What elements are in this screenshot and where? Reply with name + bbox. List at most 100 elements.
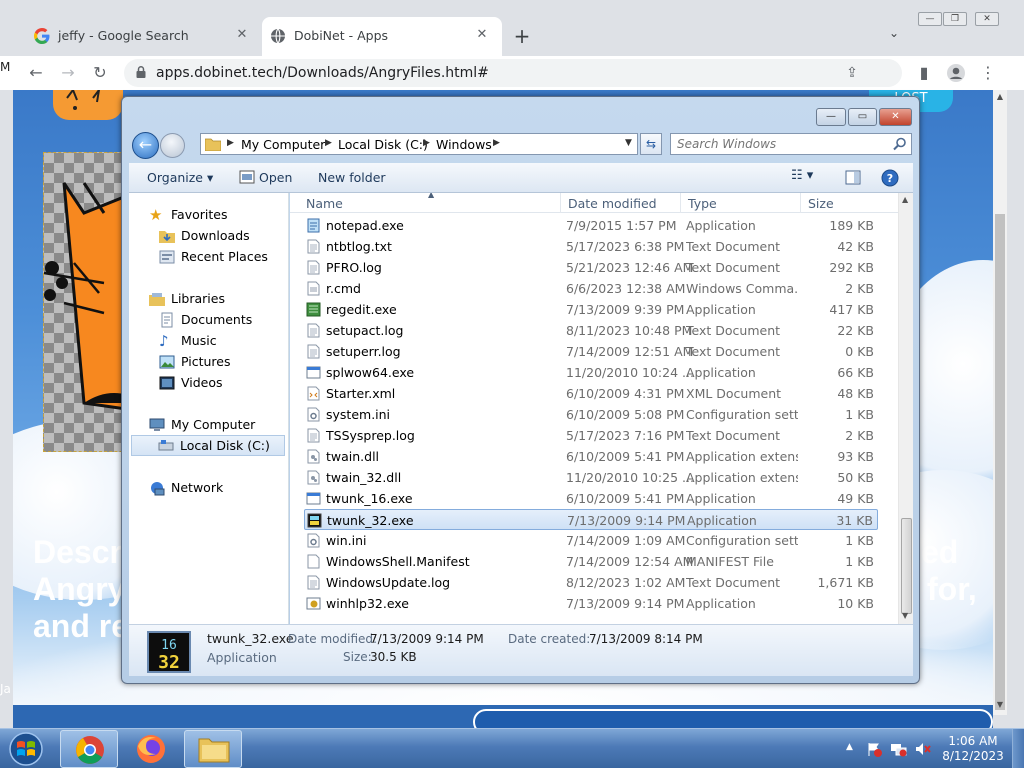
- breadcrumb-windows[interactable]: Windows: [436, 137, 492, 152]
- volume-muted-icon[interactable]: [914, 741, 932, 757]
- file-row[interactable]: WindowsShell.Manifest 7/14/2009 12:54 AM M…: [304, 551, 878, 572]
- file-row[interactable]: regedit.exe 7/13/2009 9:39 PM Application 4…: [304, 299, 878, 320]
- file-size: 10 KB: [837, 596, 874, 611]
- nav-local-disk[interactable]: Local Disk (C:): [131, 435, 285, 456]
- page-edge-char: M: [0, 60, 11, 74]
- show-hidden-icons-chevron-icon[interactable]: ▲: [846, 742, 853, 752]
- file-list-scroll-thumb[interactable]: [901, 518, 912, 614]
- file-row[interactable]: ntbtlog.txt 5/17/2023 6:38 PM Text Documen…: [304, 236, 878, 257]
- start-button[interactable]: [4, 730, 48, 768]
- drive-icon: [158, 440, 174, 451]
- back-button[interactable]: ←: [132, 132, 159, 159]
- file-row[interactable]: Starter.xml 6/10/2009 4:31 PM XML Document…: [304, 383, 878, 404]
- file-list-scrollbar[interactable]: ▲ ▼: [898, 193, 913, 624]
- page-scrollbar[interactable]: ▲ ▼: [993, 90, 1007, 715]
- file-name: Starter.xml: [326, 386, 396, 401]
- breadcrumb-arrow-icon[interactable]: ▶: [423, 138, 430, 148]
- new-folder-button[interactable]: New folder: [318, 170, 386, 185]
- breadcrumb-arrow-icon[interactable]: ▶: [227, 138, 234, 148]
- file-name: win.ini: [326, 533, 367, 548]
- file-row[interactable]: winhlp32.exe 7/13/2009 9:14 PM Application…: [304, 593, 878, 614]
- side-panel-icon[interactable]: ▮: [912, 61, 936, 85]
- network-status-icon[interactable]: [890, 741, 908, 757]
- text-file-icon: [307, 323, 320, 338]
- file-row[interactable]: TSSysprep.log 5/17/2023 7:16 PM Text Docum…: [304, 425, 878, 446]
- file-row[interactable]: twunk_16.exe 6/10/2009 5:41 PM Application…: [304, 488, 878, 509]
- preview-pane-icon[interactable]: [845, 170, 861, 185]
- explorer-minimize-button[interactable]: —: [816, 108, 846, 126]
- forward-arrow-icon[interactable]: →: [56, 61, 80, 85]
- file-row-partial[interactable]: [304, 614, 878, 624]
- taskbar-explorer[interactable]: [184, 730, 242, 768]
- file-row[interactable]: splwow64.exe 11/20/2010 10:24 ... Applicat…: [304, 362, 878, 383]
- network-icon: [151, 482, 165, 496]
- column-name[interactable]: Name: [306, 196, 343, 211]
- close-tab-icon[interactable]: ✕: [472, 25, 492, 45]
- back-arrow-icon[interactable]: ←: [24, 61, 48, 85]
- column-type[interactable]: Type: [688, 196, 717, 211]
- view-options-icon[interactable]: ☷ ▾: [791, 168, 813, 183]
- window-minimize-button[interactable]: —: [918, 12, 942, 26]
- file-date-modified: 7/14/2009 1:09 AM: [566, 533, 686, 548]
- file-row[interactable]: r.cmd 6/6/2023 12:38 AM Windows Comma... 2 …: [304, 278, 878, 299]
- explorer-maximize-button[interactable]: ▭: [848, 108, 877, 126]
- tab-search-chevron-icon[interactable]: ⌄: [884, 26, 904, 46]
- column-date-modified[interactable]: Date modified: [568, 196, 657, 211]
- organize-button[interactable]: Organize ▾: [147, 170, 213, 185]
- explorer-address-bar[interactable]: ▶ My Computer ▶ Local Disk (C:) ▶ Window…: [200, 133, 638, 155]
- profile-avatar-icon[interactable]: [944, 61, 968, 85]
- breadcrumb-arrow-icon[interactable]: ▶: [325, 138, 332, 148]
- file-row[interactable]: notepad.exe 7/9/2015 1:57 PM Application 18…: [304, 215, 878, 236]
- breadcrumb-local-disk[interactable]: Local Disk (C:): [338, 137, 428, 152]
- scroll-up-arrow-icon[interactable]: ▲: [995, 92, 1005, 104]
- window-close-button[interactable]: ✕: [975, 12, 999, 26]
- reload-icon[interactable]: ↻: [88, 61, 112, 85]
- search-icon[interactable]: [893, 137, 907, 151]
- search-input[interactable]: [677, 136, 885, 152]
- taskbar-firefox[interactable]: [122, 730, 180, 768]
- scroll-down-arrow-icon[interactable]: ▼: [995, 700, 1005, 712]
- file-row[interactable]: setupact.log 8/11/2023 10:48 PM Text Docum…: [304, 320, 878, 341]
- column-divider[interactable]: [800, 193, 801, 213]
- close-tab-icon[interactable]: ✕: [232, 25, 252, 45]
- menu-kebab-icon[interactable]: ⋮: [976, 61, 1000, 85]
- address-dropdown-icon[interactable]: ▼: [625, 138, 632, 148]
- taskbar-chrome[interactable]: [60, 730, 118, 768]
- tab-google-search[interactable]: jeffy - Google Search ✕: [26, 17, 262, 56]
- share-icon[interactable]: ⇪: [842, 63, 862, 83]
- scroll-up-arrow-icon[interactable]: ▲: [902, 195, 908, 204]
- window-restore-button[interactable]: ❐: [943, 12, 967, 26]
- refresh-button[interactable]: ⇆: [640, 133, 662, 155]
- action-center-flag-icon[interactable]: [866, 741, 882, 757]
- file-row[interactable]: twain.dll 6/10/2009 5:41 PM Application ex…: [304, 446, 878, 467]
- column-size[interactable]: Size: [808, 196, 834, 211]
- tab-dobinet-apps[interactable]: DobiNet - Apps ✕: [262, 17, 502, 56]
- url-text[interactable]: apps.dobinet.tech/Downloads/AngryFiles.h…: [156, 65, 489, 81]
- file-row[interactable]: PFRO.log 5/21/2023 12:46 AM Text Document 2…: [304, 257, 878, 278]
- forward-button[interactable]: [160, 133, 185, 158]
- new-tab-button[interactable]: +: [510, 24, 534, 48]
- breadcrumb-arrow-icon[interactable]: ▶: [493, 138, 500, 148]
- help-icon[interactable]: ?: [881, 169, 899, 187]
- file-type: Text Document: [686, 260, 781, 275]
- file-row[interactable]: WindowsUpdate.log 8/12/2023 1:02 AM Text D…: [304, 572, 878, 593]
- svg-text:16: 16: [161, 638, 177, 653]
- show-desktop-button[interactable]: [1012, 729, 1024, 768]
- scrollbar-thumb[interactable]: [995, 214, 1005, 710]
- file-row[interactable]: win.ini 7/14/2009 1:09 AM Configuration se…: [304, 530, 878, 551]
- file-row[interactable]: setuperr.log 7/14/2009 12:51 AM Text Docum…: [304, 341, 878, 362]
- explorer-close-button[interactable]: ✕: [879, 108, 912, 126]
- file-row[interactable]: twain_32.dll 11/20/2010 10:25 ... Applicat…: [304, 467, 878, 488]
- address-bar[interactable]: apps.dobinet.tech/Downloads/AngryFiles.h…: [124, 59, 902, 87]
- scroll-down-arrow-icon[interactable]: ▼: [902, 611, 908, 620]
- column-divider[interactable]: [680, 193, 681, 213]
- column-divider[interactable]: [560, 193, 561, 213]
- breadcrumb-my-computer[interactable]: My Computer: [241, 137, 325, 152]
- svg-text:?: ?: [887, 172, 893, 185]
- file-row[interactable]: system.ini 6/10/2009 5:08 PM Configuration…: [304, 404, 878, 425]
- dll-file-icon: [307, 470, 320, 485]
- open-button[interactable]: Open: [259, 170, 292, 185]
- file-row[interactable]: twunk_32.exe 7/13/2009 9:14 PM Application…: [304, 509, 878, 530]
- search-box[interactable]: [670, 133, 912, 155]
- clock[interactable]: 1:06 AM 8/12/2023: [940, 734, 1006, 764]
